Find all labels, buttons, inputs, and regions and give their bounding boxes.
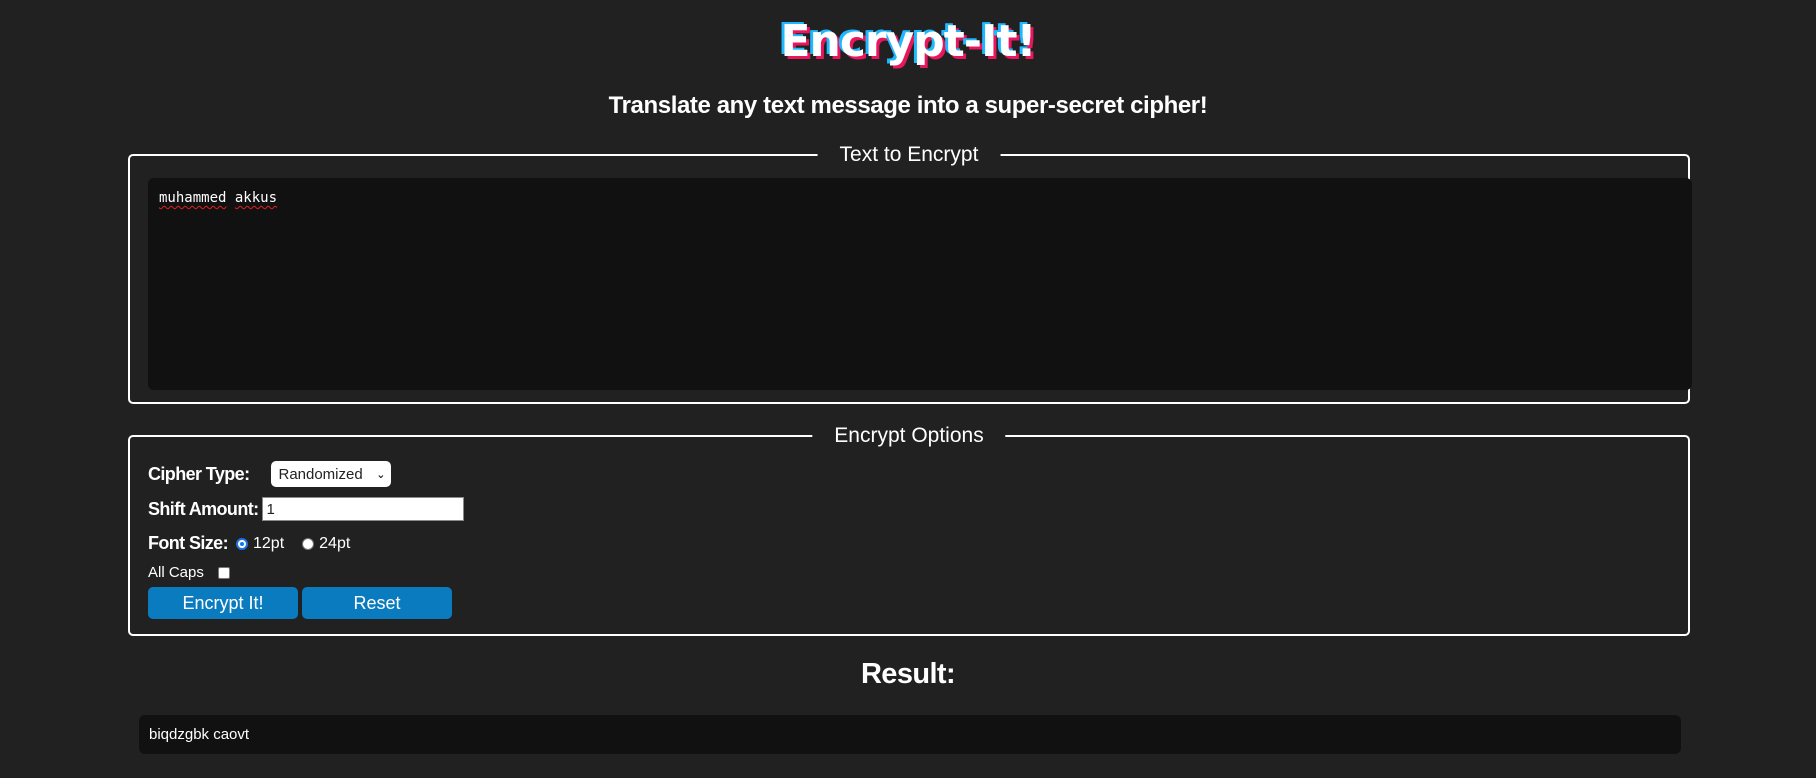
shift-amount-row: Shift Amount: 1 — [148, 497, 464, 521]
result-output: biqdzgbk caovt — [139, 715, 1681, 754]
font-size-row: Font Size: 12pt 24pt — [148, 533, 350, 554]
font-size-label: Font Size: — [148, 533, 229, 553]
logo: Encrypt-It! — [780, 16, 1036, 67]
encrypt-button[interactable]: Encrypt It! — [148, 587, 298, 619]
all-caps-label: All Caps — [148, 564, 204, 581]
cipher-type-value: Randomized — [278, 465, 363, 483]
page-subtitle: Translate any text message into a super-… — [608, 92, 1208, 119]
shift-amount-label: Shift Amount: — [148, 498, 259, 519]
font-size-24pt-radio[interactable] — [302, 537, 315, 550]
message-word: muhammed — [159, 190, 227, 206]
shift-amount-input[interactable]: 1 — [261, 497, 464, 521]
result-title: Result: — [860, 658, 956, 690]
encrypt-options-legend: Encrypt Options — [812, 422, 1006, 450]
reset-button[interactable]: Reset — [302, 587, 452, 619]
font-size-24pt-label: 24pt — [319, 534, 351, 552]
all-caps-row: All Caps — [148, 564, 230, 581]
encrypt-options-fieldset: Encrypt Options Cipher Type: Randomized … — [128, 422, 1690, 636]
message-textarea[interactable]: muhammed akkus — [148, 178, 1692, 390]
button-row: Encrypt It! Reset — [148, 587, 456, 619]
cipher-type-row: Cipher Type: Randomized ⌄ — [148, 461, 392, 487]
message-word: akkus — [234, 190, 278, 206]
result-text: biqdzgbk caovt — [149, 726, 250, 743]
font-size-12pt-radio[interactable] — [236, 537, 248, 550]
text-to-encrypt-legend: Text to Encrypt — [817, 141, 1001, 169]
text-to-encrypt-fieldset: Text to Encrypt muhammed akkus — [128, 141, 1692, 404]
chevron-down-icon: ⌄ — [376, 468, 386, 481]
font-size-12pt-label: 12pt — [253, 534, 285, 552]
all-caps-checkbox[interactable] — [217, 566, 230, 579]
cipher-type-label: Cipher Type: — [148, 463, 250, 484]
page: Encrypt-It! Translate any text message i… — [0, 0, 1816, 778]
cipher-type-select[interactable]: Randomized ⌄ — [271, 461, 392, 487]
